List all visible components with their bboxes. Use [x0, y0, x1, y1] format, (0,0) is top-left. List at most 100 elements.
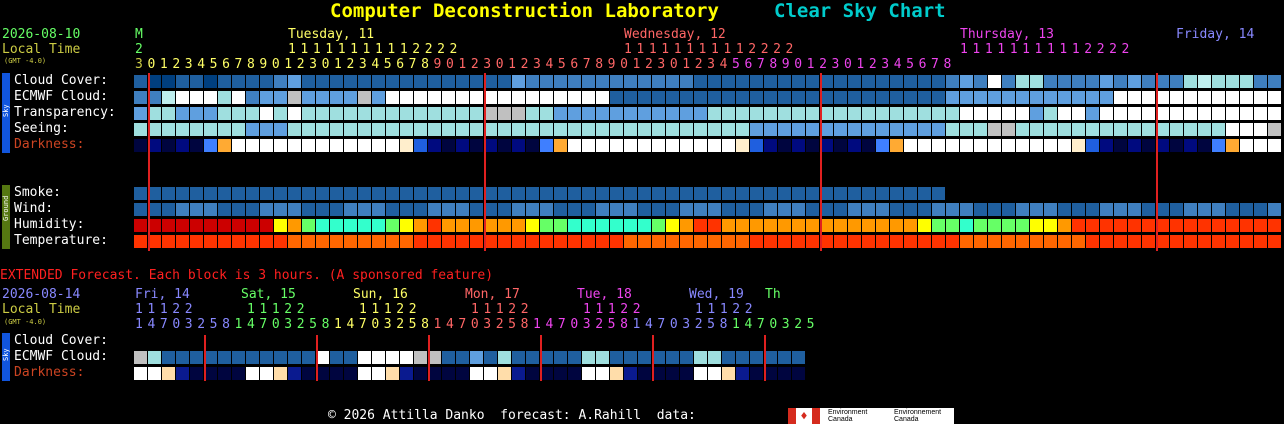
seeing-cell: [1268, 123, 1281, 136]
row-label-humidity[interactable]: Humidity:: [14, 217, 84, 233]
ext-darkness-cell: [680, 367, 693, 380]
wind-cell: [526, 203, 539, 216]
ext-tens-mon: 11122: [471, 302, 534, 317]
wind-cell: [806, 203, 819, 216]
ext-ecmwf-cloud-cell: [624, 351, 637, 364]
wind-cell: [470, 203, 483, 216]
humidity-cell: [498, 219, 511, 232]
ext-darkness-cell: [246, 367, 259, 380]
temperature-cell: [316, 235, 329, 248]
humidity-cell: [274, 219, 287, 232]
row-label-cloud-cover[interactable]: Cloud Cover:: [14, 73, 108, 89]
ext-row-label-ecmwf-cloud[interactable]: ECMWF Cloud:: [14, 349, 108, 365]
wind-cell: [1268, 203, 1281, 216]
darkness-cell: [750, 139, 763, 152]
cloud-cover-cell: [778, 75, 791, 88]
ext-ecmwf-cloud-cell: [722, 351, 735, 364]
darkness-cell: [1240, 139, 1253, 152]
humidity-cell: [1086, 219, 1099, 232]
darkness-cell: [470, 139, 483, 152]
darkness-cell: [946, 139, 959, 152]
wind-cell: [1142, 203, 1155, 216]
humidity-cell: [806, 219, 819, 232]
cloud-cover-cell: [568, 75, 581, 88]
smoke-cell: [400, 187, 413, 200]
ext-darkness-cell: [162, 367, 175, 380]
ext-ecmwf-cloud-cell: [372, 351, 385, 364]
ext-ecmwf-cloud-cell: [288, 351, 301, 364]
smoke-cell: [344, 187, 357, 200]
wind-cell: [722, 203, 735, 216]
transparency-cell: [1002, 107, 1015, 120]
row-label-seeing[interactable]: Seeing:: [14, 121, 69, 137]
wind-cell: [1170, 203, 1183, 216]
transparency-cell: [288, 107, 301, 120]
ext-row-label-darkness[interactable]: Darkness:: [14, 365, 84, 381]
ext-ecmwf-cloud-cell: [176, 351, 189, 364]
row-label-ecmwf-cloud[interactable]: ECMWF Cloud:: [14, 89, 108, 105]
humidity-cell: [1240, 219, 1253, 232]
darkness-cell: [1184, 139, 1197, 152]
darkness-cell: [876, 139, 889, 152]
darkness-cell: [442, 139, 455, 152]
row-label-temperature[interactable]: Temperature:: [14, 233, 108, 249]
row-label-darkness[interactable]: Darkness:: [14, 137, 84, 153]
ecmwf-cloud-cell: [274, 91, 287, 104]
environment-canada-logo[interactable]: ♦ Environment Canada Environnement Canad…: [788, 408, 954, 424]
ext-darkness-cell: [148, 367, 161, 380]
smoke-cell: [456, 187, 469, 200]
humidity-cell: [344, 219, 357, 232]
ext-row-label-cloud-cover[interactable]: Cloud Cover:: [14, 333, 108, 349]
row-label-transparency[interactable]: Transparency:: [14, 105, 116, 121]
temperature-cell: [918, 235, 931, 248]
ecmwf-cloud-cell: [848, 91, 861, 104]
wind-cell: [204, 203, 217, 216]
transparency-cell: [736, 107, 749, 120]
ecmwf-cloud-cell: [1212, 91, 1225, 104]
seeing-cell: [918, 123, 931, 136]
wind-cell: [638, 203, 651, 216]
humidity-cell: [582, 219, 595, 232]
sky-side-bar: Sky: [2, 73, 10, 153]
temperature-cell: [358, 235, 371, 248]
temperature-cell: [232, 235, 245, 248]
cloud-cover-cell: [694, 75, 707, 88]
seeing-cell: [1016, 123, 1029, 136]
humidity-cell: [792, 219, 805, 232]
darkness-cell: [680, 139, 693, 152]
seeing-cell: [330, 123, 343, 136]
ext-ecmwf-cloud-cell: [596, 351, 609, 364]
wind-cell: [414, 203, 427, 216]
humidity-cell: [232, 219, 245, 232]
seeing-cell: [400, 123, 413, 136]
wind-cell: [974, 203, 987, 216]
seeing-cell: [358, 123, 371, 136]
ext-darkness-cell: [302, 367, 315, 380]
ext-darkness-cell: [610, 367, 623, 380]
darkness-cell: [386, 139, 399, 152]
transparency-cell: [1072, 107, 1085, 120]
extended-gmt-note: (GMT -4.0): [4, 318, 47, 326]
temperature-cell: [400, 235, 413, 248]
chart-subtitle[interactable]: Clear Sky Chart: [774, 0, 946, 22]
smoke-cell: [330, 187, 343, 200]
cloud-cover-cell: [890, 75, 903, 88]
smoke-cell: [932, 187, 945, 200]
ecmwf-cloud-cell: [526, 91, 539, 104]
wind-cell: [694, 203, 707, 216]
ground-side-bar: Ground: [2, 185, 10, 249]
humidity-cell: [218, 219, 231, 232]
darkness-cell: [288, 139, 301, 152]
darkness-cell: [582, 139, 595, 152]
ecmwf-cloud-cell: [372, 91, 385, 104]
temperature-cell: [666, 235, 679, 248]
darkness-cell: [232, 139, 245, 152]
row-label-wind[interactable]: Wind:: [14, 201, 53, 217]
ext-darkness-cell: [232, 367, 245, 380]
wind-cell: [582, 203, 595, 216]
row-label-smoke[interactable]: Smoke:: [14, 185, 61, 201]
temperature-cell: [1100, 235, 1113, 248]
forecast-date: 2026-08-10: [2, 27, 81, 42]
smoke-cell: [428, 187, 441, 200]
cloud-cover-cell: [288, 75, 301, 88]
